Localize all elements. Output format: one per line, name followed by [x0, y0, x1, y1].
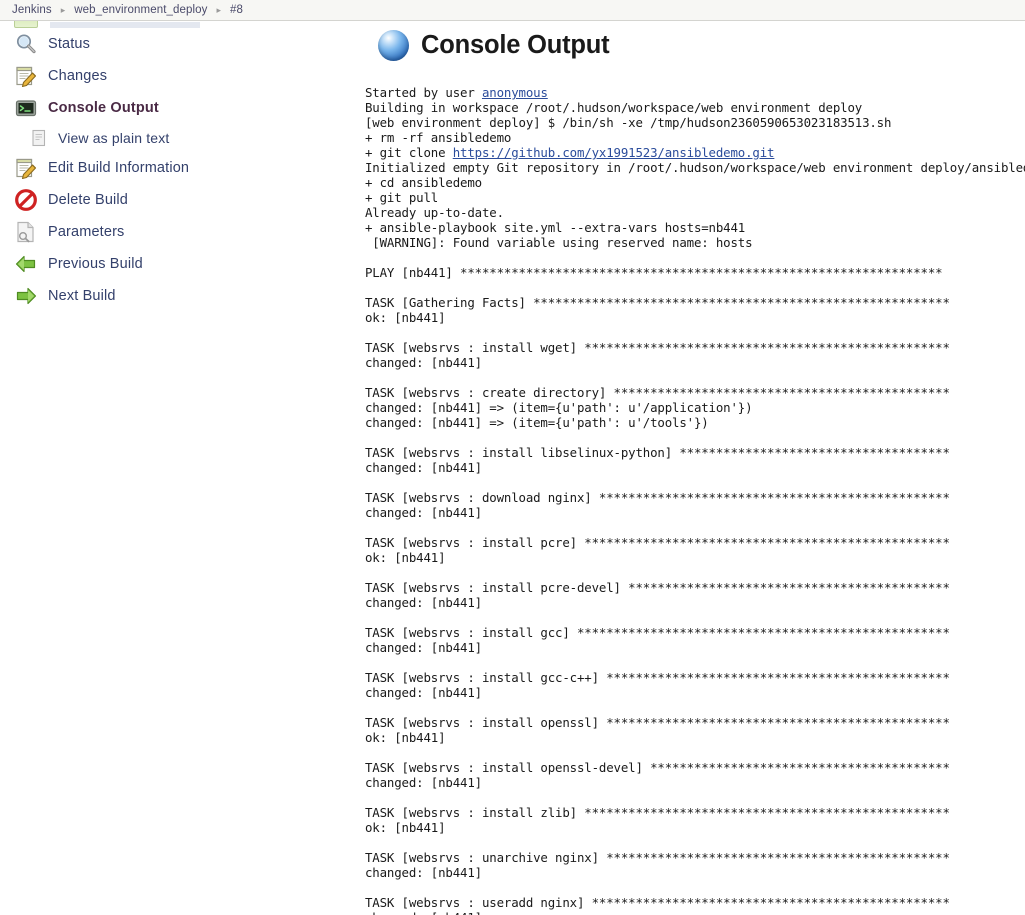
back-to-project-icon: [14, 21, 38, 28]
console-output-header: Console Output: [360, 21, 1025, 61]
document-search-icon: [14, 220, 38, 244]
started-by-user-link[interactable]: anonymous: [482, 85, 548, 100]
sidebar-item-view-as-plain-text[interactable]: View as plain text: [0, 124, 360, 152]
sidebar-item-label: Console Output: [48, 100, 159, 116]
breadcrumb-item-build[interactable]: #8: [230, 4, 243, 16]
breadcrumb-separator-icon: ▸: [216, 4, 222, 15]
edit-notepad-icon: [14, 156, 38, 180]
sidebar-item-previous-build[interactable]: Previous Build: [0, 248, 360, 280]
arrow-right-icon: [14, 284, 38, 308]
sidebar-item-label: Status: [48, 36, 91, 52]
sidebar-item-clipped-above[interactable]: [0, 21, 360, 28]
sidebar-item-label: View as plain text: [58, 130, 170, 146]
git-repository-link[interactable]: https://github.com/yx1991523/ansibledemo…: [453, 145, 775, 160]
terminal-icon: [14, 96, 38, 120]
breadcrumb: Jenkins ▸ web_environment_deploy ▸ #8: [0, 0, 1025, 21]
sidebar-item-label: [50, 22, 200, 28]
sidebar-item-console-output[interactable]: Console Output: [0, 92, 360, 124]
sidebar-item-parameters[interactable]: Parameters: [0, 216, 360, 248]
console-output-log: Started by user anonymous Building in wo…: [365, 85, 1025, 915]
sidebar-item-label: Next Build: [48, 288, 116, 304]
no-entry-icon: [14, 188, 38, 212]
arrow-left-icon: [14, 252, 38, 276]
breadcrumb-item-job[interactable]: web_environment_deploy: [74, 4, 207, 16]
edit-notepad-icon: [14, 64, 38, 88]
sidebar-item-label: Parameters: [48, 224, 125, 240]
sidebar-item-status[interactable]: Status: [0, 28, 360, 60]
breadcrumb-separator-icon: ▸: [60, 4, 66, 15]
magnifier-icon: [14, 32, 38, 56]
sidebar-item-delete-build[interactable]: Delete Build: [0, 184, 360, 216]
console-orb-icon: [378, 30, 409, 61]
sidebar: Status Changes Console Output View as pl…: [0, 21, 360, 915]
sidebar-item-label: Delete Build: [48, 192, 128, 208]
sidebar-item-label: Edit Build Information: [48, 160, 190, 176]
sidebar-item-label: Previous Build: [48, 256, 143, 272]
document-icon: [30, 129, 48, 147]
sidebar-item-edit-build-information[interactable]: Edit Build Information: [0, 152, 360, 184]
page-title: Console Output: [421, 31, 610, 59]
main-panel: Console Output Started by user anonymous…: [360, 21, 1025, 915]
breadcrumb-item-jenkins[interactable]: Jenkins: [12, 4, 52, 16]
sidebar-item-label: Changes: [48, 68, 108, 84]
sidebar-item-changes[interactable]: Changes: [0, 60, 360, 92]
sidebar-item-next-build[interactable]: Next Build: [0, 280, 360, 312]
